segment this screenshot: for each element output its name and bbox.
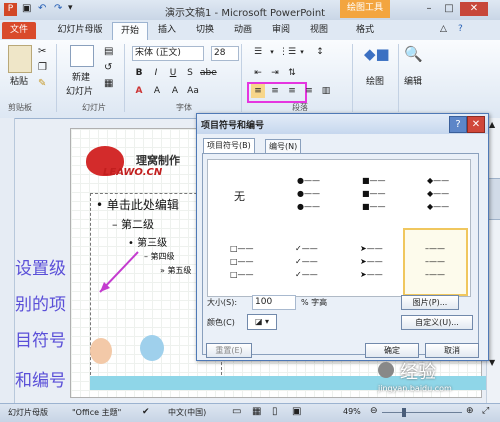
color-picker-button[interactable]: ◪ ▾ — [247, 314, 277, 330]
bullet-style-none[interactable]: 无 — [208, 160, 273, 228]
dialog-title: 项目符号和编号 — [201, 121, 265, 131]
bullet-style-arrow[interactable]: ➤—— ➤—— ➤—— — [338, 228, 403, 296]
size-input[interactable]: 100 — [252, 295, 296, 310]
watermark-url: jingyan.baidu.com — [378, 384, 452, 393]
zoom-in-icon[interactable]: ⊕ — [466, 406, 474, 416]
filled-round-bullet-list: ●—— ●—— ●—— — [297, 176, 320, 211]
status-theme: "Office 主题" — [72, 408, 122, 417]
zoom-out-icon[interactable]: ⊖ — [370, 406, 378, 416]
size-label: 大小(S): — [207, 298, 238, 307]
customize-button[interactable]: 自定义(U)... — [401, 315, 473, 330]
bullet-style-hollow-square[interactable]: □—— □—— □—— — [208, 228, 273, 296]
zoom-slider-thumb[interactable] — [402, 408, 406, 417]
watermark-text: 经验 — [400, 362, 436, 383]
cancel-button[interactable]: 取消 — [425, 343, 479, 358]
zoom-level[interactable]: 49% — [343, 407, 361, 416]
normal-view-icon[interactable]: ▭ — [232, 406, 241, 417]
slide-sorter-icon[interactable]: ▦ — [252, 406, 261, 417]
filled-square-bullet-list: ■—— ■—— ■—— — [362, 176, 386, 211]
dialog-title-bar: 项目符号和编号 ? ✕ — [197, 114, 488, 134]
check-bullet-list: ✓—— ✓—— ✓—— — [295, 244, 318, 279]
tab-numbering[interactable]: 编号(N) — [265, 139, 302, 154]
dialog-close-button[interactable]: ✕ — [467, 116, 485, 133]
none-label: 无 — [234, 190, 245, 203]
tab-bullets[interactable]: 项目符号(B) — [203, 138, 255, 154]
status-view: 幻灯片母版 — [8, 408, 48, 417]
bullet-style-check[interactable]: ✓—— ✓—— ✓—— — [273, 228, 338, 296]
reading-view-icon[interactable]: ▯ — [272, 406, 278, 417]
status-language[interactable]: 中文(中国) — [168, 407, 206, 418]
zoom-slider[interactable] — [382, 412, 462, 413]
bullet-style-dash-selected[interactable]: –—— –—— –—— — [403, 228, 468, 296]
slideshow-icon[interactable]: ▣ — [292, 406, 301, 417]
bullet-style-filled-round[interactable]: ●—— ●—— ●—— — [273, 160, 338, 228]
dialog-help-button[interactable]: ? — [449, 116, 467, 133]
reset-button[interactable]: 重置(E) — [206, 343, 252, 358]
diamond-bullet-list: ◆—— ◆—— ◆—— — [427, 176, 450, 211]
bullet-style-diamond[interactable]: ◆—— ◆—— ◆—— — [403, 160, 468, 228]
baidu-paw-icon — [378, 362, 394, 378]
ok-button[interactable]: 确定 — [365, 343, 419, 358]
fit-to-window-icon[interactable]: ⤢ — [482, 406, 489, 416]
bullets-numbering-dialog: 项目符号和编号 ? ✕ 项目符号(B) 编号(N) 无 ●—— ●—— ●—— ■—… — [196, 113, 489, 361]
picture-button[interactable]: 图片(P)... — [401, 295, 459, 310]
arrow-bullet-list: ➤—— ➤—— ➤—— — [360, 244, 383, 279]
dash-bullet-list: –—— –—— –—— — [425, 244, 445, 279]
hollow-square-bullet-list: □—— □—— □—— — [230, 244, 254, 279]
color-label: 颜色(C) — [207, 318, 235, 327]
status-bar: 幻灯片母版 "Office 主题" ✔ 中文(中国) ▭ ▦ ▯ ▣ 49% ⊖… — [0, 403, 500, 422]
bullet-styles-grid: 无 ●—— ●—— ●—— ■—— ■—— ■—— ◆—— ◆—— ◆—— □—— □—— □—… — [207, 159, 471, 297]
spellcheck-icon[interactable]: ✔ — [142, 407, 150, 417]
size-unit-label: % 字高 — [301, 298, 328, 307]
bullet-style-filled-square[interactable]: ■—— ■—— ■—— — [338, 160, 403, 228]
